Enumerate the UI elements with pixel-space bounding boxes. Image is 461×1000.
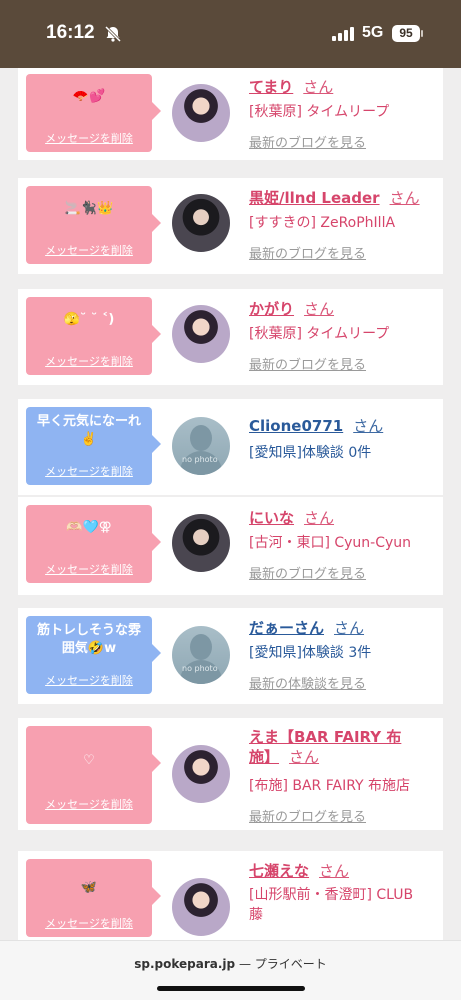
message-text: 🪭💕 [72,89,106,104]
delete-message-link[interactable]: メッセージを削除 [26,561,152,577]
avatar[interactable] [172,194,230,252]
latest-blog-link[interactable]: 最新のブログを見る [249,132,366,151]
url-separator: — [238,957,251,971]
honorific: さん [319,862,350,880]
user-name-link[interactable]: だぁーさん さん [249,617,364,638]
message-text: 早く元気になーれ✌️ [36,414,141,447]
cast-name-link[interactable]: にいな さん [249,507,334,528]
message-text: 🚬🐈‍⬛👑 [64,201,114,216]
url-text[interactable]: sp.pokepara.jp — プライベート [0,955,461,972]
cast-name[interactable]: かがり [249,300,294,318]
delete-message-link[interactable]: メッセージを削除 [26,353,152,369]
avatar[interactable] [172,878,230,936]
silhouette-icon [190,634,212,660]
no-photo-label: no photo [182,455,218,464]
message-bubble: 🦋 メッセージを削除 [26,859,161,937]
latest-blog-link[interactable]: 最新のブログを見る [249,354,366,373]
status-time: 16:12 [46,22,95,43]
message-text: 🫣˘ ˘ ˂) [63,312,115,327]
avatar[interactable] [172,514,230,572]
honorific: さん [334,619,365,637]
message-card: 🚬🐈‍⬛👑 メッセージを削除 黒姫/llnd Leader さん [すすきの] Z… [18,178,443,274]
home-indicator[interactable] [157,986,305,991]
bell-muted-icon [104,25,122,43]
no-photo-label: no photo [182,664,218,673]
silhouette-icon [190,425,212,451]
avatar[interactable] [172,745,230,803]
honorific: さん [389,189,420,207]
shop-label: [山形駅前・香澄町] CLUB 藤 [249,887,414,923]
honorific: さん [303,78,334,96]
avatar-no-photo[interactable]: no photo [172,417,230,475]
cast-name[interactable]: 七瀬えな [249,862,309,880]
review-count-label: [愛知県]体験談 0件 [249,445,372,461]
message-text: 🫶🏻🩵⚢ [66,520,112,535]
cast-name[interactable]: えま【BAR FAIRY 布施】 [249,728,401,766]
delete-message-link[interactable]: メッセージを削除 [26,672,152,688]
cast-name-link[interactable]: 七瀬えな さん [249,860,349,881]
browsing-mode: プライベート [254,957,327,971]
cast-name[interactable]: にいな [249,509,294,527]
user-name-link[interactable]: Clione0771 さん [249,415,383,436]
delete-message-link[interactable]: メッセージを削除 [26,242,152,258]
avatar[interactable] [172,84,230,142]
cast-name[interactable]: てまり [249,78,293,96]
message-bubble: ♡ メッセージを削除 [26,726,161,824]
message-bubble: 🚬🐈‍⬛👑 メッセージを削除 [26,186,161,264]
shop-label: [秋葉原] タイムリープ [249,326,390,342]
url-domain: sp.pokepara.jp [134,957,236,971]
cast-name-link[interactable]: えま【BAR FAIRY 布施】 さん [249,727,419,767]
signal-icon [332,27,354,41]
latest-blog-link[interactable]: 最新のブログを見る [249,243,366,262]
message-card: 🪭💕 メッセージを削除 てまり さん [秋葉原] タイムリープ 最新のブログを見る [18,68,443,160]
avatar[interactable] [172,305,230,363]
message-card: 筋トレしそうな雰囲気🤣w メッセージを削除 no photo だぁーさん さん [… [18,608,443,704]
message-bubble: 筋トレしそうな雰囲気🤣w メッセージを削除 [26,616,161,694]
message-card: 早く元気になーれ✌️ メッセージを削除 no photo Clione0771 さ… [18,399,443,495]
latest-blog-link[interactable]: 最新のブログを見る [249,806,366,825]
cast-name-link[interactable]: てまり さん [249,76,333,97]
cast-name-link[interactable]: 黒姫/llnd Leader さん [249,187,420,208]
message-bubble: 🫣˘ ˘ ˂) メッセージを削除 [26,297,161,375]
shop-label: [秋葉原] タイムリープ [249,104,390,120]
delete-message-link[interactable]: メッセージを削除 [26,463,152,479]
message-bubble: 🫶🏻🩵⚢ メッセージを削除 [26,505,161,583]
status-bar: 16:12 5G 95 [0,0,461,68]
cast-name-link[interactable]: かがり さん [249,298,334,319]
avatar-no-photo[interactable]: no photo [172,626,230,684]
delete-message-link[interactable]: メッセージを削除 [26,915,152,931]
message-card: ♡ メッセージを削除 えま【BAR FAIRY 布施】 さん [布施] BAR F… [18,718,443,830]
message-card: 🫣˘ ˘ ˂) メッセージを削除 かがり さん [秋葉原] タイムリープ 最新のブ… [18,289,443,385]
message-bubble: 🪭💕 メッセージを削除 [26,74,161,152]
honorific: さん [304,509,335,527]
review-count-label: [愛知県]体験談 3件 [249,645,372,661]
battery-tip [421,30,423,37]
delete-message-link[interactable]: メッセージを削除 [26,130,152,146]
browser-url-bar[interactable]: sp.pokepara.jp — プライベート [0,940,461,1000]
network-type: 5G [362,24,384,41]
latest-blog-link[interactable]: 最新のブログを見る [249,563,366,582]
message-bubble: 早く元気になーれ✌️ メッセージを削除 [26,407,161,485]
shop-label: [すすきの] ZeRoPhIllA [249,215,396,231]
latest-review-link[interactable]: 最新の体験談を見る [249,673,366,692]
honorific: さん [304,300,335,318]
message-text: 🦋 [80,880,98,895]
message-card: 🫶🏻🩵⚢ メッセージを削除 にいな さん [古河・東口] Cyun-Cyun 最新… [18,497,443,595]
message-text: 筋トレしそうな雰囲気🤣w [36,623,141,656]
shop-label: [布施] BAR FAIRY 布施店 [249,778,411,794]
battery-icon: 95 [392,25,420,42]
user-name[interactable]: Clione0771 [249,417,343,435]
delete-message-link[interactable]: メッセージを削除 [26,796,152,812]
honorific: さん [289,748,320,766]
message-text: ♡ [83,753,95,768]
honorific: さん [353,417,384,435]
user-name[interactable]: だぁーさん [249,619,324,637]
shop-label: [古河・東口] Cyun-Cyun [249,535,412,551]
cast-name[interactable]: 黒姫/llnd Leader [249,189,380,207]
